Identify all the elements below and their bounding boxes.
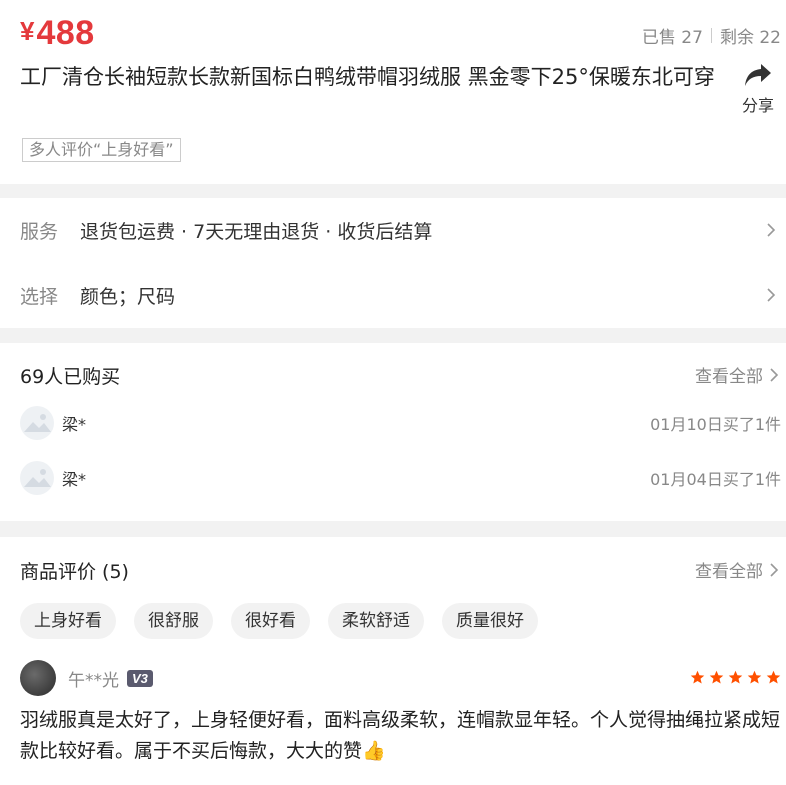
select-row[interactable]: 选择 颜色；尺码 [20, 280, 778, 310]
review-chip[interactable]: 很好看 [231, 603, 310, 639]
reviews-title: 商品评价 (5) [20, 561, 129, 583]
review-keyword-chips: 上身好看 很舒服 很好看 柔软舒适 质量很好 [20, 603, 538, 639]
price: ¥488 [20, 14, 95, 53]
rating-stars [690, 670, 781, 685]
reviewer-name: 午**光 [68, 670, 119, 691]
select-value: 颜色；尺码 [80, 285, 176, 308]
member-level-badge: V3 [127, 669, 153, 687]
service-label: 服务 [20, 220, 59, 243]
buyers-see-all-link[interactable]: 查看全部 [695, 362, 781, 387]
sales-info: 已售 27 剩余 22 [642, 23, 781, 48]
service-row[interactable]: 服务 退货包运费 · 7天无理由退货 · 收货后结算 [20, 215, 778, 245]
share-label: 分享 [741, 96, 774, 115]
review-chip[interactable]: 上身好看 [20, 603, 116, 639]
avatar [20, 461, 54, 495]
buyer-name: 梁* [62, 415, 87, 434]
image-placeholder-icon [24, 469, 51, 487]
see-all-label: 查看全部 [695, 562, 763, 582]
price-value: 488 [36, 14, 95, 52]
divider [710, 28, 712, 43]
review-chip[interactable]: 柔软舒适 [328, 603, 424, 639]
see-all-label: 查看全部 [695, 367, 763, 387]
chevron-right-icon [767, 288, 776, 302]
product-title: 工厂清仓长袖短款长款新国标白鸭绒带帽羽绒服 黑金零下25°保暖东北可穿 [20, 65, 715, 89]
star-icon [728, 670, 743, 684]
service-section: 服务 退货包运费 · 7天无理由退货 · 收货后结算 选择 颜色；尺码 [0, 198, 786, 328]
image-placeholder-icon [24, 414, 51, 432]
review-chip[interactable]: 质量很好 [442, 603, 538, 639]
buyer-purchase-info: 01月10日买了1件 [650, 415, 781, 434]
chevron-right-icon [770, 562, 779, 577]
chevron-right-icon [767, 223, 776, 237]
product-header: ¥488 已售 27 剩余 22 工厂清仓长袖短款长款新国标白鸭绒带帽羽绒服 黑… [0, 0, 786, 184]
buyer-row: 梁* 01月04日买了1件 [20, 460, 781, 496]
star-icon [747, 670, 762, 684]
review-text: 羽绒服真是太好了，上身轻便好看，面料高级柔软，连帽款显年轻。个人觉得抽绳拉紧成短… [20, 709, 781, 762]
sold-count: 已售 27 [641, 28, 703, 48]
chevron-right-icon [770, 367, 779, 382]
avatar [20, 660, 56, 696]
share-icon [745, 64, 771, 86]
currency-symbol: ¥ [20, 16, 35, 46]
star-icon [766, 670, 781, 684]
avatar [20, 406, 54, 440]
reviews-see-all-link[interactable]: 查看全部 [695, 557, 781, 582]
star-icon [709, 670, 724, 684]
buyers-title: 69人已购买 [20, 366, 121, 388]
review-chip[interactable]: 很舒服 [134, 603, 213, 639]
buyer-purchase-info: 01月04日买了1件 [650, 470, 781, 489]
service-value: 退货包运费 · 7天无理由退货 · 收货后结算 [80, 220, 433, 243]
remaining-count: 剩余 22 [719, 28, 781, 48]
share-button[interactable]: 分享 [738, 62, 778, 116]
buyers-section: 69人已购买 查看全部 梁* 01月10日买了1件 梁* 01月04日买了1件 [0, 343, 786, 521]
buyer-row: 梁* 01月10日买了1件 [20, 405, 781, 441]
select-label: 选择 [20, 285, 59, 308]
star-icon [690, 670, 705, 684]
review-highlight-tag: 多人评价“上身好看” [22, 138, 181, 162]
buyer-name: 梁* [62, 470, 87, 489]
reviewer-info: 午**光 V3 [20, 660, 153, 696]
